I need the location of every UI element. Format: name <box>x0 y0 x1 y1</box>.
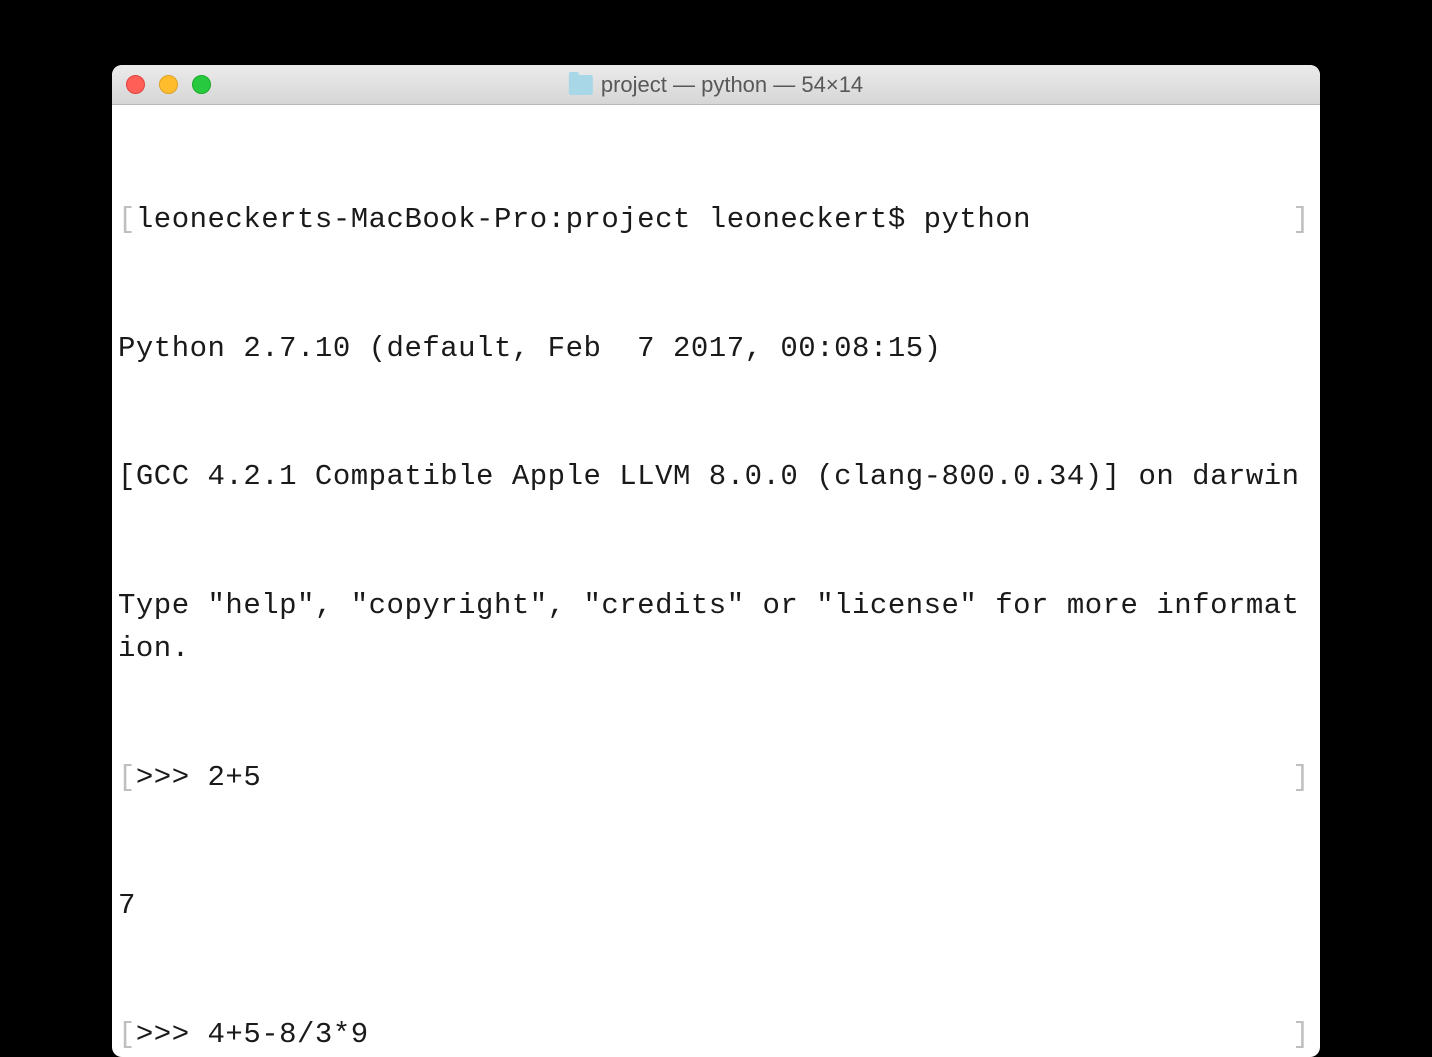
terminal-line: Type "help", "copyright", "credits" or "… <box>118 589 1300 665</box>
window-title-area: project — python — 54×14 <box>569 72 863 98</box>
terminal-line: 7 <box>118 889 136 922</box>
bracket-right-icon: ] <box>1292 757 1310 800</box>
bracket-right-icon: ] <box>1292 199 1310 242</box>
window-titlebar[interactable]: project — python — 54×14 <box>112 65 1320 105</box>
terminal-line: >>> 4+5-8/3*9 <box>136 1018 369 1051</box>
terminal-line: Python 2.7.10 (default, Feb 7 2017, 00:0… <box>118 332 942 365</box>
minimize-button[interactable] <box>159 75 178 94</box>
maximize-button[interactable] <box>192 75 211 94</box>
terminal-line: leoneckerts-MacBook-Pro:project leonecke… <box>136 203 1031 236</box>
bracket-right-icon: ] <box>1292 1014 1310 1057</box>
terminal-content[interactable]: [leoneckerts-MacBook-Pro:project leoneck… <box>112 105 1320 710</box>
bracket-left-icon: [ <box>118 203 136 236</box>
terminal-line: [GCC 4.2.1 Compatible Apple LLVM 8.0.0 (… <box>118 460 1300 493</box>
close-button[interactable] <box>126 75 145 94</box>
traffic-lights <box>126 75 211 94</box>
window-title: project — python — 54×14 <box>601 72 863 98</box>
bracket-left-icon: [ <box>118 761 136 794</box>
terminal-line: >>> 2+5 <box>136 761 261 794</box>
bracket-left-icon: [ <box>118 1018 136 1051</box>
folder-icon <box>569 75 593 95</box>
terminal-window: project — python — 54×14 [leoneckerts-Ma… <box>112 65 1320 1057</box>
